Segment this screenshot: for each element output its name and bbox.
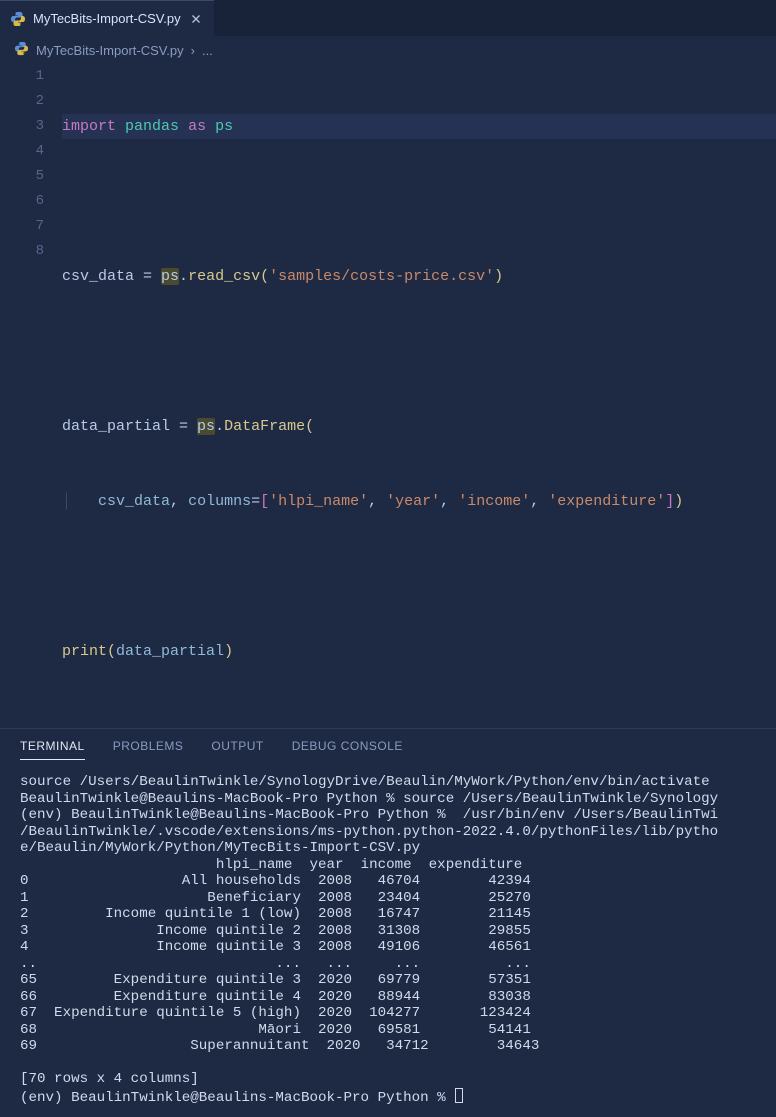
code-line[interactable]: data_partial = ps.DataFrame( [62, 414, 776, 439]
table-row: 1 Beneficiary 2008 23404 25270 [20, 890, 531, 906]
terminal-line: [70 rows x 4 columns] [20, 1071, 199, 1087]
code-line[interactable] [62, 189, 776, 214]
terminal-line: source /Users/BeaulinTwinkle/SynologyDri… [20, 774, 710, 790]
panel-tab-bar: TERMINAL PROBLEMS OUTPUT DEBUG CONSOLE [0, 729, 776, 768]
table-row: 0 All households 2008 46704 42394 [20, 873, 531, 889]
line-number: 4 [0, 139, 44, 164]
terminal-line: e/Beaulin/MyWork/Python/MyTecBits-Import… [20, 840, 420, 856]
code-line[interactable] [62, 564, 776, 589]
code-content[interactable]: import pandas as ps csv_data = ps.read_c… [62, 64, 776, 714]
chevron-right-icon: › [191, 43, 195, 58]
tab-problems[interactable]: PROBLEMS [113, 739, 184, 760]
line-number: 2 [0, 89, 44, 114]
terminal-prompt[interactable]: (env) BeaulinTwinkle@Beaulins-MacBook-Pr… [20, 1090, 454, 1106]
breadcrumb-filename[interactable]: MyTecBits-Import-CSV.py [36, 43, 184, 58]
code-line[interactable]: csv_data = ps.read_csv('samples/costs-pr… [62, 264, 776, 289]
table-row: 2 Income quintile 1 (low) 2008 16747 211… [20, 906, 531, 922]
terminal-cursor-icon [455, 1088, 463, 1103]
tab-filename: MyTecBits-Import-CSV.py [33, 11, 181, 26]
table-row: 69 Superannuitant 2020 34712 34643 [20, 1038, 539, 1054]
code-line[interactable]: │ csv_data, columns=['hlpi_name', 'year'… [62, 489, 776, 514]
line-number: 3 [0, 114, 44, 139]
editor-tab[interactable]: MyTecBits-Import-CSV.py [0, 0, 214, 36]
line-number: 5 [0, 164, 44, 189]
close-icon[interactable] [188, 11, 204, 27]
tab-terminal[interactable]: TERMINAL [20, 739, 85, 760]
tab-output[interactable]: OUTPUT [211, 739, 263, 760]
breadcrumb[interactable]: MyTecBits-Import-CSV.py › ... [0, 36, 776, 64]
code-line[interactable]: import pandas as ps [62, 114, 776, 139]
bottom-panel: TERMINAL PROBLEMS OUTPUT DEBUG CONSOLE s… [0, 728, 776, 1117]
table-row: 65 Expenditure quintile 3 2020 69779 573… [20, 972, 531, 988]
python-file-icon [14, 41, 29, 59]
code-line[interactable] [62, 339, 776, 364]
line-number: 8 [0, 239, 44, 264]
code-line[interactable]: print(data_partial) [62, 639, 776, 664]
table-row: 66 Expenditure quintile 4 2020 88944 830… [20, 989, 531, 1005]
line-number: 6 [0, 189, 44, 214]
terminal-output[interactable]: source /Users/BeaulinTwinkle/SynologyDri… [0, 768, 776, 1117]
table-row: 67 Expenditure quintile 5 (high) 2020 10… [20, 1005, 531, 1021]
table-row: 68 Māori 2020 69581 54141 [20, 1022, 531, 1038]
tab-bar: MyTecBits-Import-CSV.py [0, 0, 776, 36]
table-row: 4 Income quintile 3 2008 49106 46561 [20, 939, 531, 955]
line-number-gutter: 1 2 3 4 5 6 7 8 [0, 64, 62, 714]
python-file-icon [10, 11, 26, 27]
terminal-line: BeaulinTwinkle@Beaulins-MacBook-Pro Pyth… [20, 791, 718, 807]
table-row: 3 Income quintile 2 2008 31308 29855 [20, 923, 531, 939]
code-editor[interactable]: 1 2 3 4 5 6 7 8 import pandas as ps csv_… [0, 64, 776, 714]
terminal-line: (env) BeaulinTwinkle@Beaulins-MacBook-Pr… [20, 807, 718, 823]
table-row: .. ... ... ... ... [20, 956, 531, 972]
breadcrumb-more[interactable]: ... [202, 43, 213, 58]
line-number: 7 [0, 214, 44, 239]
terminal-line: /BeaulinTwinkle/.vscode/extensions/ms-py… [20, 824, 718, 840]
terminal-line: hlpi_name year income expenditure [20, 857, 522, 873]
line-number: 1 [0, 64, 44, 89]
tab-debug-console[interactable]: DEBUG CONSOLE [292, 739, 403, 760]
